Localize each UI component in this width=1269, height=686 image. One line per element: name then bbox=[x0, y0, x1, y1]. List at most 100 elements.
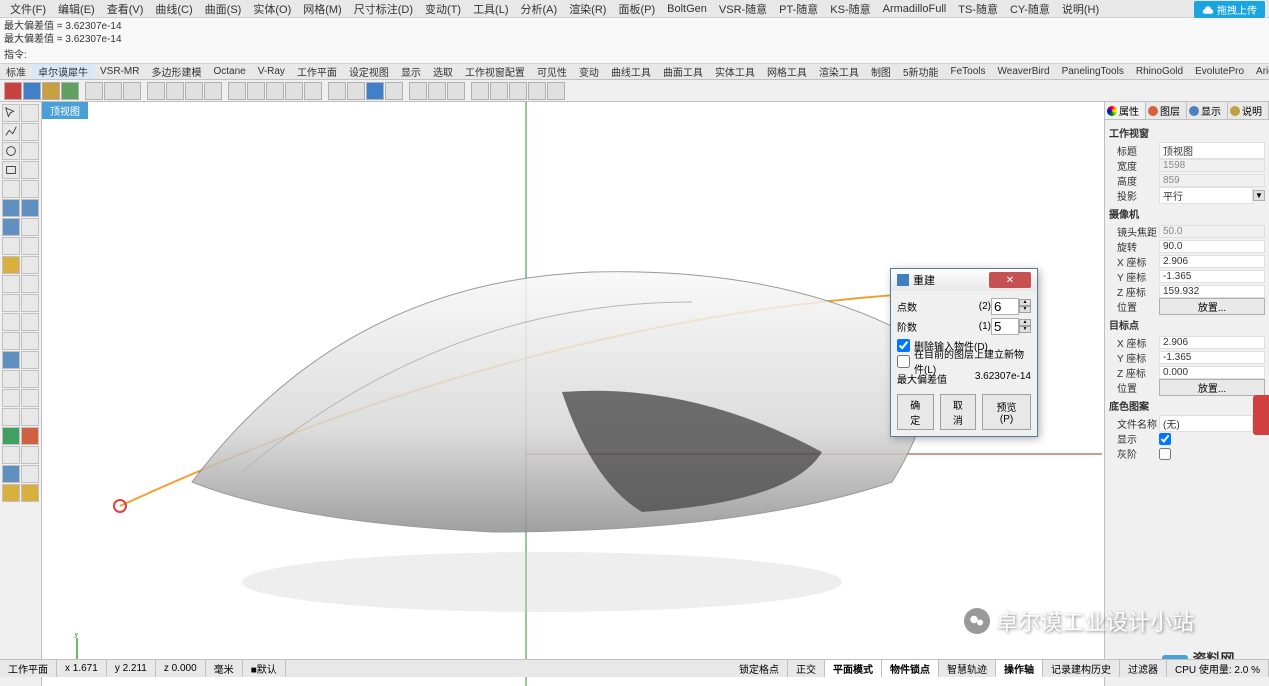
toolbar-icon[interactable] bbox=[266, 82, 284, 100]
prop-tgtz-value[interactable]: 0.000 bbox=[1159, 366, 1265, 379]
menu-boltgen[interactable]: BoltGen bbox=[661, 3, 713, 15]
toolbar-icon[interactable] bbox=[23, 82, 41, 100]
tab-evolutepro[interactable]: EvolutePro bbox=[1189, 65, 1250, 78]
tab-display[interactable]: 显示 bbox=[1187, 102, 1228, 119]
tab-render-tools[interactable]: 渲染工具 bbox=[813, 64, 865, 80]
toolbar-icon[interactable] bbox=[447, 82, 465, 100]
show-checkbox[interactable] bbox=[1159, 433, 1171, 445]
toolbar-icon[interactable] bbox=[185, 82, 203, 100]
tool-icon[interactable] bbox=[21, 351, 39, 369]
dropdown-icon[interactable]: ▼ bbox=[1253, 190, 1265, 201]
status-ortho[interactable]: 正交 bbox=[788, 660, 825, 677]
toolbar-icon[interactable] bbox=[304, 82, 322, 100]
transform-icon[interactable] bbox=[2, 256, 20, 274]
tool-icon[interactable] bbox=[21, 465, 39, 483]
prop-filename-value[interactable]: (无) bbox=[1159, 415, 1253, 432]
pointer-icon[interactable] bbox=[2, 104, 20, 122]
tab-help[interactable]: 说明 bbox=[1228, 102, 1269, 119]
tool-icon[interactable] bbox=[2, 351, 20, 369]
status-gumball[interactable]: 操作轴 bbox=[996, 660, 1043, 677]
toolbar-icon[interactable] bbox=[42, 82, 60, 100]
status-smarttrack[interactable]: 智慧轨迹 bbox=[939, 660, 996, 677]
upload-button[interactable]: 拖拽上传 bbox=[1194, 1, 1265, 18]
polygon-icon[interactable] bbox=[21, 161, 39, 179]
toolbar-icon[interactable] bbox=[104, 82, 122, 100]
menu-panels[interactable]: 面板(P) bbox=[612, 1, 661, 17]
status-planar[interactable]: 平面模式 bbox=[825, 660, 882, 677]
tab-surface-tools[interactable]: 曲面工具 bbox=[657, 64, 709, 80]
tab-vsr-mr[interactable]: VSR-MR bbox=[94, 65, 145, 78]
status-filter[interactable]: 过滤器 bbox=[1120, 660, 1167, 677]
tab-properties[interactable]: 属性 bbox=[1105, 102, 1146, 119]
tab-select[interactable]: 选取 bbox=[427, 64, 459, 80]
toolbar-icon[interactable] bbox=[285, 82, 303, 100]
lasso-icon[interactable] bbox=[21, 104, 39, 122]
tab-cplane[interactable]: 工作平面 bbox=[291, 64, 343, 80]
toolbar-icon[interactable] bbox=[123, 82, 141, 100]
toolbar-icon[interactable] bbox=[147, 82, 165, 100]
status-history[interactable]: 记录建构历史 bbox=[1043, 660, 1120, 677]
toolbar-icon[interactable] bbox=[4, 82, 22, 100]
menu-curve[interactable]: 曲线(C) bbox=[149, 1, 198, 17]
tab-setview[interactable]: 设定视图 bbox=[343, 64, 395, 80]
toolbar-icon[interactable] bbox=[471, 82, 489, 100]
dialog-titlebar[interactable]: 重建 ✕ bbox=[891, 269, 1037, 291]
toolbar-icon[interactable] bbox=[366, 82, 384, 100]
curve-icon[interactable] bbox=[21, 123, 39, 141]
prop-camz-value[interactable]: 159.932 bbox=[1159, 285, 1265, 298]
tool-icon[interactable] bbox=[2, 465, 20, 483]
gear-icon[interactable] bbox=[21, 256, 39, 274]
menu-ks[interactable]: KS-随意 bbox=[824, 1, 876, 17]
status-unit[interactable]: 毫米 bbox=[206, 660, 243, 677]
prop-tgtx-value[interactable]: 2.906 bbox=[1159, 336, 1265, 349]
tool-icon[interactable] bbox=[21, 332, 39, 350]
cancel-button[interactable]: 取消 bbox=[940, 394, 977, 430]
tab-zhuoermo[interactable]: 卓尔谟犀牛 bbox=[32, 64, 94, 80]
tab-transform[interactable]: 变动 bbox=[573, 64, 605, 80]
tab-mesh-tools[interactable]: 网格工具 bbox=[761, 64, 813, 80]
tab-standard[interactable]: 标准 bbox=[0, 64, 32, 80]
menu-help[interactable]: 说明(H) bbox=[1056, 1, 1105, 17]
tab-solid-tools[interactable]: 实体工具 bbox=[709, 64, 761, 80]
tab-display[interactable]: 显示 bbox=[395, 64, 427, 80]
edit-icon[interactable] bbox=[2, 237, 20, 255]
menu-file[interactable]: 文件(F) bbox=[4, 1, 52, 17]
toolbar-icon[interactable] bbox=[490, 82, 508, 100]
place-camera-button[interactable]: 放置... bbox=[1159, 298, 1265, 315]
prop-camy-value[interactable]: -1.365 bbox=[1159, 270, 1265, 283]
tab-curve-tools[interactable]: 曲线工具 bbox=[605, 64, 657, 80]
toolbar-icon[interactable] bbox=[428, 82, 446, 100]
tab-arion[interactable]: Arion bbox=[1250, 65, 1269, 78]
status-osnap[interactable]: 物件锁点 bbox=[882, 660, 939, 677]
menu-ts[interactable]: TS-随意 bbox=[952, 1, 1004, 17]
tab-viewport-config[interactable]: 工作视窗配置 bbox=[459, 64, 531, 80]
tab-visibility[interactable]: 可见性 bbox=[531, 64, 573, 80]
tab-weaverbird[interactable]: WeaverBird bbox=[992, 65, 1056, 78]
tool-icon[interactable] bbox=[21, 408, 39, 426]
status-gridsnap[interactable]: 锁定格点 bbox=[731, 660, 788, 677]
tab-fetools[interactable]: FeTools bbox=[945, 65, 992, 78]
menu-view[interactable]: 查看(V) bbox=[101, 1, 150, 17]
degree-input[interactable] bbox=[991, 318, 1019, 335]
tab-rhinogold[interactable]: RhinoGold bbox=[1130, 65, 1189, 78]
toolbar-icon[interactable] bbox=[204, 82, 222, 100]
toolbar-icon[interactable] bbox=[328, 82, 346, 100]
points-input[interactable] bbox=[991, 298, 1019, 315]
tool-icon[interactable] bbox=[2, 332, 20, 350]
command-input[interactable] bbox=[27, 48, 1265, 59]
spin-down[interactable]: ▼ bbox=[1019, 306, 1031, 313]
gray-checkbox[interactable] bbox=[1159, 448, 1171, 460]
prop-camx-value[interactable]: 2.906 bbox=[1159, 255, 1265, 268]
toolbar-icon[interactable] bbox=[61, 82, 79, 100]
tool-icon[interactable] bbox=[2, 313, 20, 331]
toolbar-icon[interactable] bbox=[228, 82, 246, 100]
close-button[interactable]: ✕ bbox=[989, 272, 1031, 288]
create-on-layer-checkbox[interactable] bbox=[897, 355, 910, 368]
tab-polygon[interactable]: 多边形建模 bbox=[145, 64, 207, 80]
tab-layers[interactable]: 图层 bbox=[1146, 102, 1187, 119]
tool-icon[interactable] bbox=[21, 446, 39, 464]
toolbar-icon[interactable] bbox=[166, 82, 184, 100]
arc-icon[interactable] bbox=[21, 142, 39, 160]
prop-rotation-value[interactable]: 90.0 bbox=[1159, 240, 1265, 253]
mesh-icon[interactable] bbox=[21, 218, 39, 236]
